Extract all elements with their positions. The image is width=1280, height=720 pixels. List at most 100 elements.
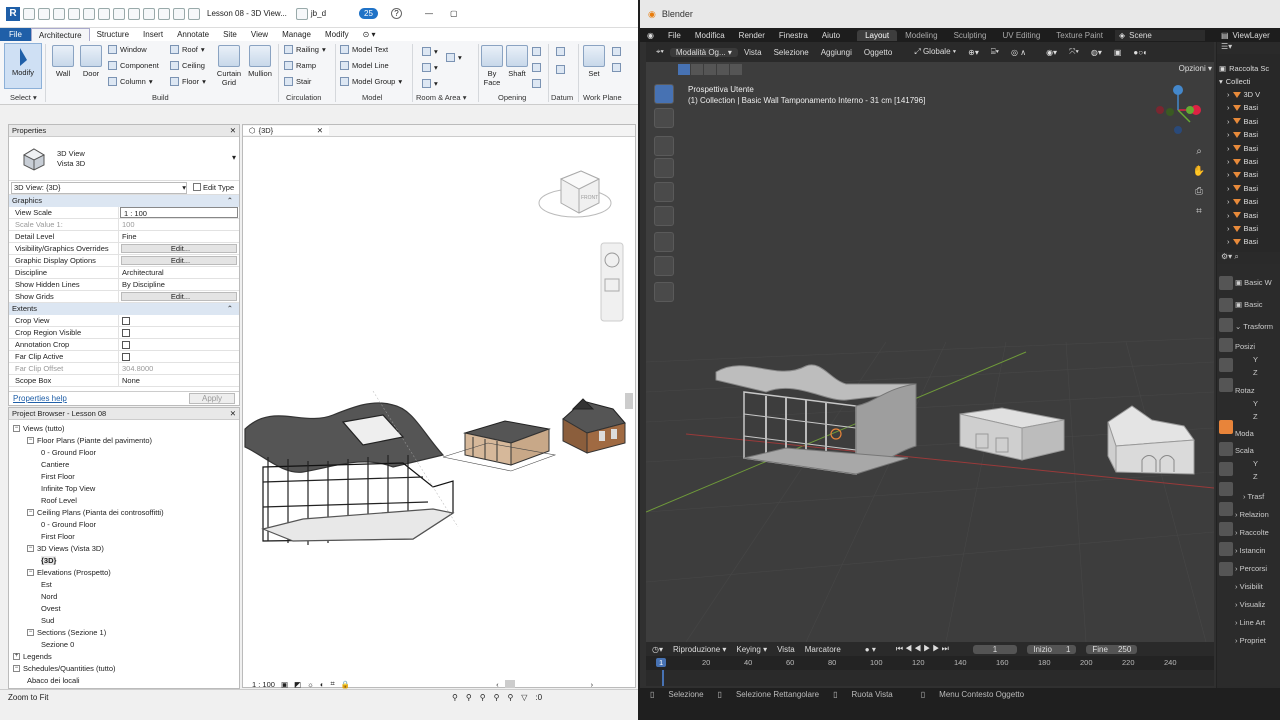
object-name-field[interactable]: ▣ Basic W <box>1235 278 1272 287</box>
room-button[interactable]: ▾ <box>422 47 438 56</box>
browser-tree-item[interactable]: Est <box>41 580 52 589</box>
property-value[interactable]: Architectural <box>119 267 239 278</box>
model-group-button[interactable]: Model Group ▾ <box>340 77 402 86</box>
playback-controls[interactable]: ⏮◀◀▶▶⏭ <box>896 644 951 654</box>
expand-toggle-icon[interactable]: − <box>27 509 34 516</box>
outliner-item[interactable]: › Basi <box>1227 130 1258 139</box>
world-settings-icon[interactable] <box>1219 378 1233 392</box>
browser-tree-item[interactable]: Cantiere <box>41 460 69 469</box>
tool-settings-icon[interactable] <box>1219 276 1233 290</box>
print-icon[interactable] <box>83 7 95 20</box>
start-frame-field[interactable]: Inizio 1 <box>1027 644 1077 654</box>
separator-tool-button[interactable]: ▾ <box>446 53 462 62</box>
menu-modifica[interactable]: Modifica <box>688 31 732 40</box>
room-area-dropdown[interactable]: Room & Area ▾ <box>416 93 466 102</box>
workspace-layout[interactable]: Layout <box>857 29 898 41</box>
outliner-item[interactable]: › Basi <box>1227 184 1258 193</box>
outliner-editor-icon[interactable]: ☰▾ <box>1221 42 1232 51</box>
tab-site[interactable]: Site <box>216 28 244 41</box>
view-layer-icon[interactable] <box>1219 338 1233 352</box>
measure-icon[interactable] <box>98 7 110 20</box>
select-box-tool[interactable] <box>654 84 674 104</box>
ortho-toggle-icon[interactable]: ⌗ <box>1192 202 1206 222</box>
filter-icon[interactable]: ▽ <box>521 693 527 702</box>
pivot-icon[interactable]: ⊕▾ <box>962 48 985 57</box>
navigation-bar[interactable] <box>600 242 624 322</box>
help-icon[interactable]: ? <box>390 8 402 19</box>
edit-type-button[interactable]: Edit Type <box>193 183 234 192</box>
navigation-gizmo[interactable] <box>1148 80 1208 140</box>
user-icon[interactable] <box>295 7 308 20</box>
building-second-model[interactable] <box>442 420 557 472</box>
mullion-button[interactable]: Mullion <box>246 45 274 78</box>
scene-collection-row[interactable]: ▣ Raccolta Sc <box>1219 64 1269 73</box>
floor-button[interactable]: Floor ▾ <box>170 77 206 86</box>
column-button[interactable]: Column ▾ <box>108 77 153 86</box>
add-cube-tool[interactable] <box>654 282 674 302</box>
shadows-icon[interactable]: ◐ <box>320 680 325 689</box>
undo-icon[interactable] <box>53 7 65 20</box>
close-tab-icon[interactable]: ✕ <box>317 126 323 135</box>
minimize-icon[interactable]: — <box>425 9 433 18</box>
outliner-item[interactable]: › 3D V <box>1227 90 1260 99</box>
property-value[interactable]: None <box>119 375 239 386</box>
view-scale-value[interactable]: 1 : 100 <box>252 680 275 689</box>
timeline-menu-riproduzione[interactable]: Riproduzione ▾ <box>673 645 726 654</box>
property-value[interactable]: 1 : 100 <box>120 207 238 218</box>
tab-file[interactable]: File <box>0 28 31 41</box>
browser-tree-item[interactable]: Roof Level <box>41 496 77 505</box>
scene-settings-icon[interactable] <box>1219 358 1233 372</box>
expand-toggle-icon[interactable]: − <box>27 437 34 444</box>
browser-tree-item[interactable]: + Legends <box>13 652 52 661</box>
visibility-icon[interactable]: ◉▾ <box>1040 48 1063 57</box>
model-text-button[interactable]: Model Text <box>340 45 388 54</box>
close-icon[interactable]: ✕ <box>230 126 236 135</box>
workspace-modeling[interactable]: Modeling <box>897 30 945 41</box>
expand-icon[interactable]: › <box>1227 90 1230 99</box>
shaft-button[interactable]: Shaft <box>505 45 529 78</box>
browser-tree-item[interactable]: − Elevations (Prospetto) <box>27 568 111 577</box>
window-button[interactable]: Window <box>108 45 147 54</box>
outliner-item[interactable]: › Basi <box>1227 157 1258 166</box>
crop-icon[interactable]: ⌗ <box>331 679 335 689</box>
group-extents[interactable]: Extents ⌃ <box>9 303 239 315</box>
menu-render[interactable]: Render <box>732 31 772 40</box>
revit-logo[interactable]: R <box>6 6 20 21</box>
tab-manage[interactable]: Manage <box>275 28 318 41</box>
ramp-button[interactable]: Ramp <box>284 61 316 70</box>
tab-view[interactable]: View <box>244 28 275 41</box>
cursor-tool[interactable] <box>654 108 674 128</box>
close-hidden-icon[interactable] <box>173 7 185 20</box>
model-line-button[interactable]: Model Line <box>340 61 389 70</box>
expand-toggle-icon[interactable]: − <box>27 545 34 552</box>
notification-badge[interactable]: 25 <box>359 8 378 19</box>
browser-tree-item[interactable]: Nord <box>41 592 57 601</box>
gizmo-z-icon[interactable] <box>1173 85 1183 95</box>
property-section[interactable]: › Propriet <box>1235 636 1266 645</box>
scale-tool[interactable] <box>654 182 674 202</box>
select-new-icon[interactable] <box>678 64 690 75</box>
mode-selector[interactable]: Modalità Og... ▾ <box>669 47 738 57</box>
area-button[interactable]: ▾ <box>422 63 438 72</box>
workspace-texture-paint[interactable]: Texture Paint <box>1048 30 1111 41</box>
gizmo-icon[interactable]: ⤧▾ <box>1063 47 1085 57</box>
checkbox[interactable] <box>122 353 130 361</box>
texture-properties-icon[interactable] <box>1219 562 1233 576</box>
data-properties-icon[interactable] <box>1219 522 1233 536</box>
3d-view-icon[interactable] <box>128 7 140 20</box>
properties-search-icon[interactable]: ⌕ <box>1234 252 1238 261</box>
property-checkbox[interactable] <box>119 315 239 326</box>
pan-view-icon[interactable]: ✋ <box>1192 162 1206 182</box>
text-icon[interactable] <box>113 7 125 20</box>
select-subtract-icon[interactable] <box>704 64 716 75</box>
browser-tree-item[interactable]: 0 - Ground Floor <box>41 520 96 529</box>
type-dropdown-icon[interactable]: ▾ <box>232 153 236 162</box>
expand-icon[interactable]: › <box>1227 144 1230 153</box>
tab-architecture[interactable]: Architecture <box>30 28 90 41</box>
overlay-icon[interactable]: ◍▾ <box>1085 48 1108 57</box>
mesh-second-building[interactable] <box>959 407 1065 461</box>
select-underlay-icon[interactable]: ⚲ <box>466 693 472 702</box>
playhead[interactable] <box>662 670 664 686</box>
viewcube[interactable]: FRONT <box>538 170 612 218</box>
3d-viewport[interactable]: Prospettiva Utente (1) Collection | Basi… <box>646 62 1214 642</box>
